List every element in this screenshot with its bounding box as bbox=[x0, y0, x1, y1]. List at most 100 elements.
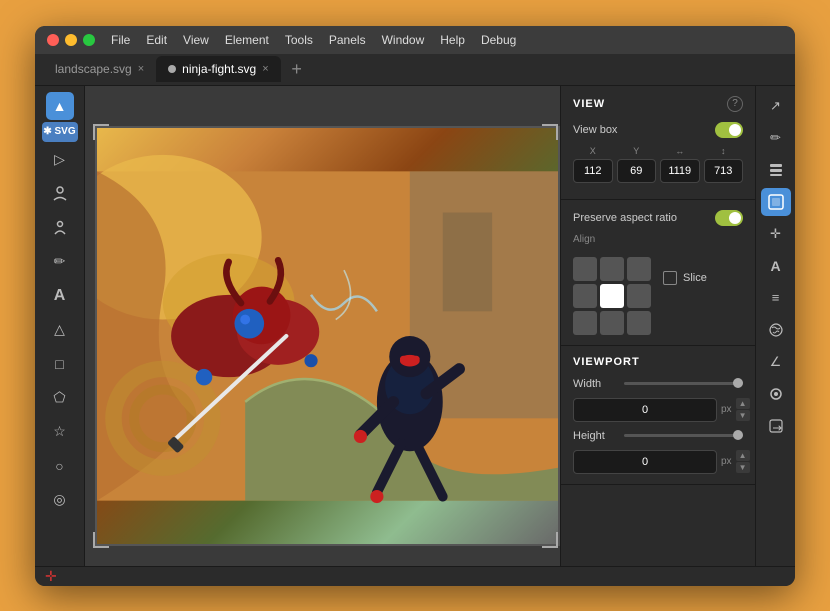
tool-rect[interactable]: □ bbox=[42, 348, 78, 380]
rtool-move[interactable]: ✛ bbox=[761, 220, 791, 248]
coord-h-col: ↕ bbox=[704, 146, 744, 183]
tool-target[interactable]: ◎ bbox=[42, 484, 78, 516]
viewbox-coords-labels: X Y ↔ ↕ bbox=[573, 146, 743, 183]
slice-label: Slice bbox=[683, 272, 707, 284]
minimize-button[interactable] bbox=[65, 34, 77, 46]
menu-view[interactable]: View bbox=[183, 33, 209, 47]
tool-person1[interactable] bbox=[42, 178, 78, 210]
height-slider-thumb[interactable] bbox=[733, 430, 743, 440]
width-input[interactable] bbox=[573, 398, 717, 422]
tool-triangle[interactable]: △ bbox=[42, 314, 78, 346]
maximize-button[interactable] bbox=[83, 34, 95, 46]
align-mr[interactable] bbox=[627, 284, 651, 308]
tab-ninja-fight-indicator bbox=[168, 65, 176, 73]
menu-debug[interactable]: Debug bbox=[481, 33, 516, 47]
close-button[interactable] bbox=[47, 34, 59, 46]
rtool-text[interactable]: A bbox=[761, 252, 791, 280]
viewbox-y-input[interactable] bbox=[617, 159, 657, 183]
h-label: ↕ bbox=[721, 146, 726, 156]
corner-marker-tr bbox=[542, 124, 558, 140]
height-slider[interactable] bbox=[624, 434, 743, 437]
tab-ninja-fight-label: ninja-fight.svg bbox=[182, 62, 256, 76]
width-increment[interactable]: ▲ bbox=[736, 398, 750, 409]
rtool-color[interactable] bbox=[761, 380, 791, 408]
corner-marker-bl bbox=[93, 532, 109, 548]
viewbox-x-input[interactable] bbox=[573, 159, 613, 183]
status-bar: ✛ bbox=[35, 566, 795, 586]
width-label: Width bbox=[573, 378, 618, 390]
height-decrement[interactable]: ▼ bbox=[736, 462, 750, 473]
x-label: X bbox=[590, 146, 596, 156]
tool-star[interactable]: ☆ bbox=[42, 416, 78, 448]
tab-ninja-fight[interactable]: ninja-fight.svg × bbox=[156, 56, 280, 82]
menu-tools[interactable]: Tools bbox=[285, 33, 313, 47]
rtool-list[interactable]: ≡ bbox=[761, 284, 791, 312]
align-tl[interactable] bbox=[573, 257, 597, 281]
tab-landscape[interactable]: landscape.svg × bbox=[43, 56, 156, 82]
tab-ninja-fight-close[interactable]: × bbox=[262, 63, 268, 75]
viewport-title: Viewport bbox=[573, 356, 640, 368]
tab-add-button[interactable]: + bbox=[285, 57, 309, 81]
tool-arrow[interactable]: ▷ bbox=[42, 144, 78, 176]
align-tr[interactable] bbox=[627, 257, 651, 281]
canvas-area bbox=[85, 86, 560, 566]
menu-panels[interactable]: Panels bbox=[329, 33, 366, 47]
viewbox-label: View box bbox=[573, 124, 617, 136]
rtool-select-box[interactable] bbox=[761, 188, 791, 216]
align-grid bbox=[573, 257, 651, 335]
width-decrement[interactable]: ▼ bbox=[736, 410, 750, 421]
slice-row: Slice bbox=[663, 271, 707, 285]
rtool-mask[interactable] bbox=[761, 316, 791, 344]
align-bl[interactable] bbox=[573, 311, 597, 335]
align-br[interactable] bbox=[627, 311, 651, 335]
corner-marker-br bbox=[542, 532, 558, 548]
titlebar: File Edit View Element Tools Panels Wind… bbox=[35, 26, 795, 54]
align-ml[interactable] bbox=[573, 284, 597, 308]
menu-bar: File Edit View Element Tools Panels Wind… bbox=[111, 33, 516, 47]
rtool-export[interactable] bbox=[761, 412, 791, 440]
height-row: Height bbox=[573, 430, 743, 442]
height-spinners: ▲ ▼ bbox=[736, 450, 750, 473]
viewbox-toggle[interactable] bbox=[715, 122, 743, 138]
height-input[interactable] bbox=[573, 450, 717, 474]
aspect-toggle-row: Preserve aspect ratio bbox=[573, 210, 743, 226]
rtool-angle[interactable]: ∠ bbox=[761, 348, 791, 376]
width-px-label: px bbox=[721, 404, 732, 415]
menu-window[interactable]: Window bbox=[382, 33, 425, 47]
width-slider-thumb[interactable] bbox=[733, 378, 743, 388]
menu-help[interactable]: Help bbox=[440, 33, 465, 47]
tab-landscape-label: landscape.svg bbox=[55, 62, 132, 76]
rtool-cursor[interactable]: ↗ bbox=[761, 92, 791, 120]
align-tc[interactable] bbox=[600, 257, 624, 281]
height-input-row: px ▲ ▼ bbox=[573, 450, 743, 474]
coord-w-col: ↔ bbox=[660, 146, 700, 183]
panel-title: VIEW bbox=[573, 98, 605, 110]
rtool-layers[interactable] bbox=[761, 156, 791, 184]
help-button[interactable]: ? bbox=[727, 96, 743, 112]
viewport-section: Viewport Width px ▲ ▼ bbox=[561, 346, 755, 485]
svg-badge[interactable]: ✱ SVG bbox=[42, 122, 78, 142]
rtool-pen[interactable]: ✏ bbox=[761, 124, 791, 152]
viewbox-h-input[interactable] bbox=[704, 159, 744, 183]
tool-pencil[interactable]: ✏ bbox=[42, 246, 78, 278]
width-slider[interactable] bbox=[624, 382, 743, 385]
artwork-canvas[interactable] bbox=[95, 126, 560, 546]
align-bc[interactable] bbox=[600, 311, 624, 335]
viewbox-w-input[interactable] bbox=[660, 159, 700, 183]
tool-person2[interactable] bbox=[42, 212, 78, 244]
select-arrow-tool[interactable]: ▲ bbox=[46, 92, 74, 120]
viewport-header: Viewport bbox=[573, 356, 743, 368]
tool-pentagon[interactable]: ⬠ bbox=[42, 382, 78, 414]
slice-checkbox[interactable] bbox=[663, 271, 677, 285]
tool-text[interactable]: A bbox=[42, 280, 78, 312]
aspect-toggle[interactable] bbox=[715, 210, 743, 226]
traffic-lights bbox=[47, 34, 95, 46]
align-mc[interactable] bbox=[600, 284, 624, 308]
menu-file[interactable]: File bbox=[111, 33, 130, 47]
menu-element[interactable]: Element bbox=[225, 33, 269, 47]
height-increment[interactable]: ▲ bbox=[736, 450, 750, 461]
tool-circle[interactable]: ○ bbox=[42, 450, 78, 482]
tab-landscape-close[interactable]: × bbox=[138, 63, 144, 75]
w-label: ↔ bbox=[675, 146, 684, 156]
menu-edit[interactable]: Edit bbox=[146, 33, 167, 47]
